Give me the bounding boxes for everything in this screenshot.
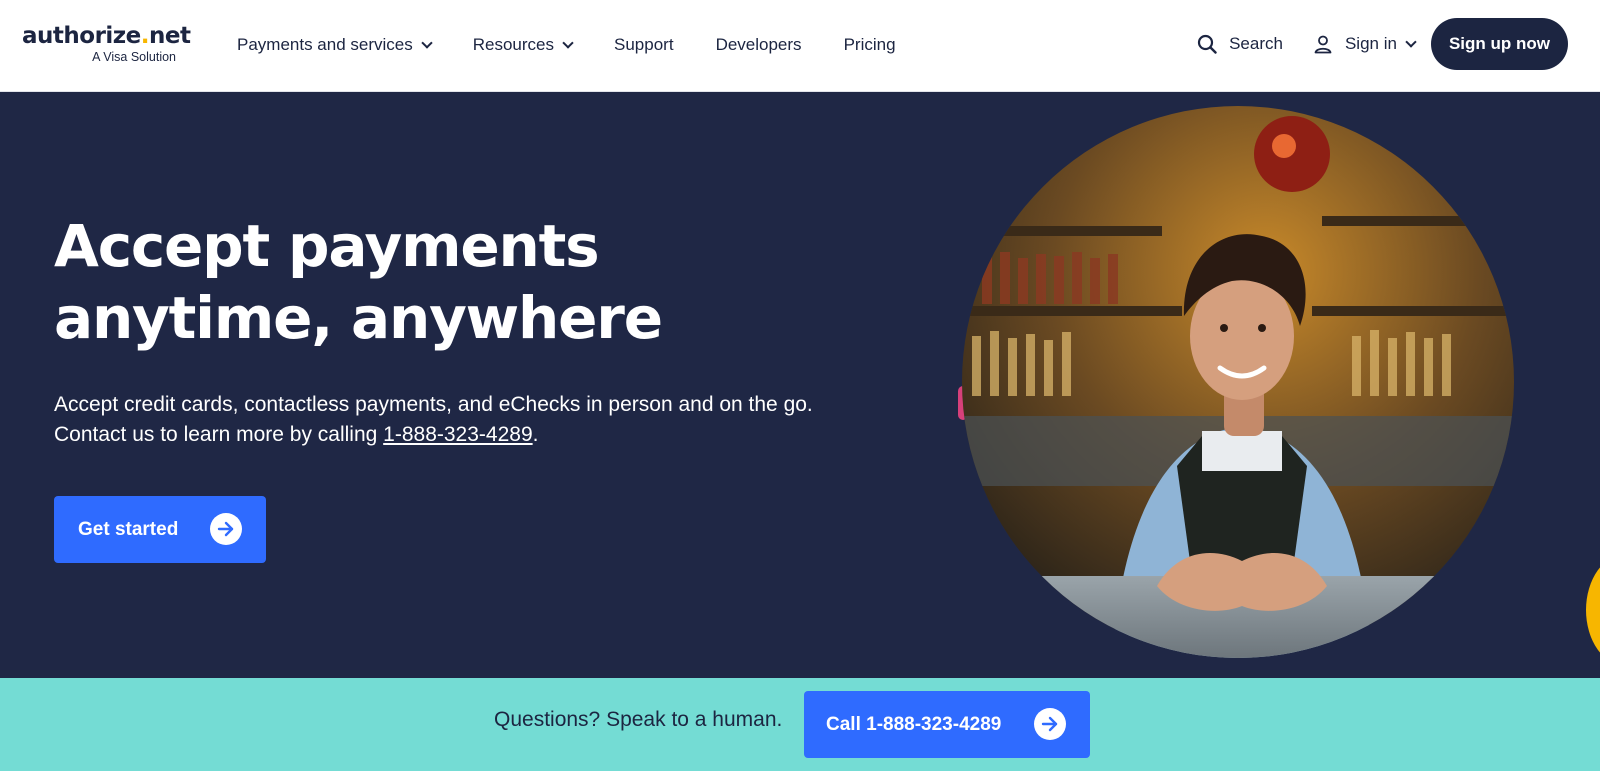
arrow-right-icon <box>1034 708 1066 740</box>
logo-tagline: A Visa Solution <box>92 50 176 64</box>
nav-support[interactable]: Support <box>614 35 674 55</box>
search-label: Search <box>1229 34 1283 53</box>
search-icon <box>1197 34 1217 54</box>
get-started-label: Get started <box>78 518 179 540</box>
nav-resources[interactable]: Resources <box>473 35 574 55</box>
get-started-button[interactable]: Get started <box>54 496 266 563</box>
decorative-accent <box>1586 554 1600 666</box>
hero-title: Accept payments anytime, anywhere <box>54 212 663 352</box>
hero-desc-line2: Contact us to learn more by calling <box>54 423 384 446</box>
nav-payments-and-services[interactable]: Payments and services <box>237 35 433 55</box>
chevron-down-icon <box>421 36 433 49</box>
search-button[interactable]: Search <box>1197 34 1283 54</box>
banner-text: Questions? Speak to a human. <box>494 708 783 731</box>
arrow-right-icon <box>210 513 242 545</box>
hero-photo-bartender <box>962 106 1514 658</box>
chevron-down-icon <box>1405 35 1417 48</box>
site-header: authorize.net A Visa Solution Payments a… <box>0 0 1600 92</box>
chevron-down-icon <box>562 36 574 49</box>
authorize-net-logo[interactable]: authorize.net A Visa Solution <box>22 22 191 68</box>
signin-label: Sign in <box>1344 34 1397 53</box>
header-actions: Search Sign in Sign up now <box>1197 18 1568 70</box>
signin-button[interactable]: Sign in <box>1313 34 1417 54</box>
hero-section: Accept payments anytime, anywhere Accept… <box>0 92 1600 678</box>
nav-developers[interactable]: Developers <box>716 35 802 55</box>
hero-desc-line1: Accept credit cards, contactless payment… <box>54 393 813 416</box>
call-phone-label: Call 1-888-323-4289 <box>826 713 1002 735</box>
hero-desc-period: . <box>532 423 539 446</box>
contact-banner: Questions? Speak to a human. Call 1-888-… <box>0 678 1600 771</box>
nav-pricing[interactable]: Pricing <box>844 35 896 55</box>
call-phone-button[interactable]: Call 1-888-323-4289 <box>804 691 1090 758</box>
logo-wordmark: authorize.net <box>22 23 191 49</box>
main-nav: Payments and services Resources Support … <box>237 30 938 60</box>
sign-up-now-button[interactable]: Sign up now <box>1430 18 1568 70</box>
hero-phone-link[interactable]: 1-888-323-4289 <box>383 423 532 446</box>
hero-description: Accept credit cards, contactless payment… <box>54 390 914 450</box>
user-icon <box>1314 35 1332 54</box>
